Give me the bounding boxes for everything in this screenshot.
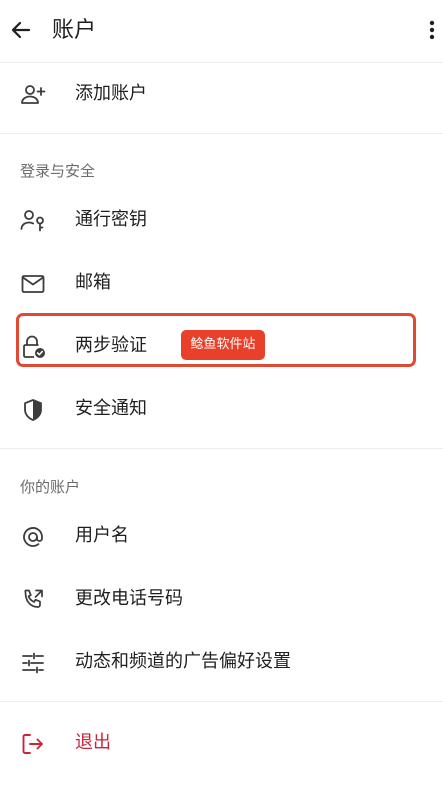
passkey-item[interactable]: 通行密钥 bbox=[0, 190, 443, 250]
add-account-label: 添加账户 bbox=[75, 83, 147, 104]
add-account-item[interactable]: 添加账户 bbox=[0, 64, 443, 124]
arrow-left-icon[interactable] bbox=[8, 17, 34, 43]
change-phone-item[interactable]: 更改电话号码 bbox=[0, 569, 443, 629]
divider bbox=[0, 133, 443, 134]
logout-item[interactable]: 退出 bbox=[0, 713, 443, 773]
logout-icon bbox=[20, 731, 46, 757]
username-label: 用户名 bbox=[75, 525, 129, 546]
mail-icon bbox=[20, 271, 46, 297]
phone-forward-icon bbox=[20, 587, 46, 613]
ad-preferences-item[interactable]: 动态和频道的广告偏好设置 bbox=[0, 632, 443, 692]
person-add-icon bbox=[20, 82, 46, 108]
person-key-icon bbox=[20, 208, 46, 234]
page-title: 账户 bbox=[52, 18, 97, 43]
email-item[interactable]: 邮箱 bbox=[0, 253, 443, 313]
shield-icon bbox=[20, 397, 46, 423]
more-vertical-icon[interactable] bbox=[423, 17, 441, 43]
security-notifications-label: 安全通知 bbox=[75, 398, 147, 419]
passkey-label: 通行密钥 bbox=[75, 209, 147, 230]
at-sign-icon bbox=[20, 524, 46, 550]
username-item[interactable]: 用户名 bbox=[0, 506, 443, 566]
section-title-login-security: 登录与安全 bbox=[20, 162, 96, 180]
app-header: 账户 bbox=[0, 0, 443, 62]
ad-preferences-label: 动态和频道的广告偏好设置 bbox=[75, 651, 291, 672]
email-label: 邮箱 bbox=[75, 272, 111, 293]
logout-label: 退出 bbox=[75, 732, 111, 753]
watermark-badge: 鲶鱼软件站 bbox=[181, 330, 265, 360]
divider bbox=[0, 62, 443, 63]
divider bbox=[0, 448, 443, 449]
security-notifications-item[interactable]: 安全通知 bbox=[0, 379, 443, 439]
change-phone-label: 更改电话号码 bbox=[75, 588, 183, 609]
sliders-icon bbox=[20, 650, 46, 676]
divider bbox=[0, 701, 443, 702]
section-title-your-account: 你的账户 bbox=[20, 478, 81, 496]
